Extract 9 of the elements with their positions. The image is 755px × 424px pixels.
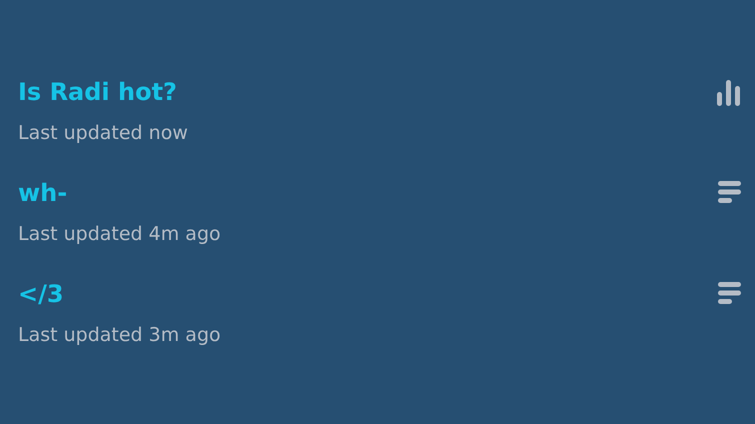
item-title[interactable]: Is Radi hot?	[18, 76, 188, 108]
text-lines-icon	[718, 282, 741, 304]
text-lines-icon	[718, 181, 741, 203]
updated-time: Last updated now	[18, 121, 188, 146]
updated-time: Last updated 4m ago	[18, 222, 221, 247]
bar-chart-icon	[717, 80, 741, 106]
item-title[interactable]: wh-	[18, 177, 221, 209]
updated-time: Last updated 3m ago	[18, 323, 221, 348]
item-title[interactable]: </3	[18, 278, 221, 310]
